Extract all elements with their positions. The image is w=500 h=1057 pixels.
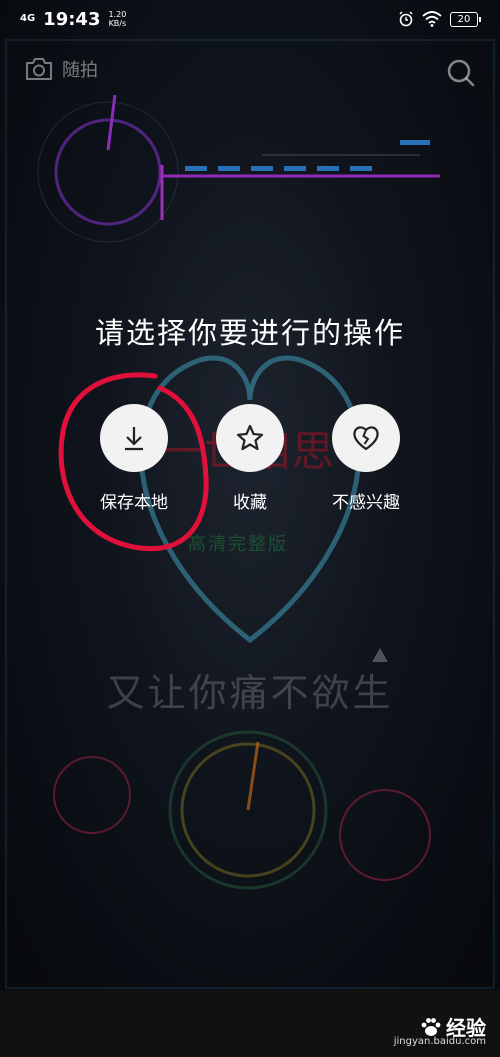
star-icon [236, 424, 264, 451]
not-interested-button[interactable]: 不感兴趣 [306, 404, 426, 513]
camera-icon [26, 58, 52, 80]
status-time: 19:43 [43, 8, 101, 30]
favorite-label: 收藏 [233, 493, 267, 513]
action-prompt: 请选择你要进行的操作 [94, 316, 405, 350]
alarm-icon [399, 11, 413, 27]
speed-unit: KB/s [108, 19, 127, 28]
network-speed: 1.20 KB/s [108, 10, 126, 28]
top-toolbar: 随拍 [0, 56, 500, 96]
shoot-button[interactable]: 随拍 [24, 56, 98, 82]
favorite-circle[interactable] [216, 404, 284, 472]
not-interested-label: 不感兴趣 [332, 493, 400, 513]
baidu-jingyan-watermark: 经验 jingyan.baidu.com [394, 1012, 486, 1047]
paw-logo-icon [421, 1017, 441, 1036]
wifi-icon [422, 11, 442, 27]
broken-heart-icon [353, 426, 379, 451]
not-interested-circle[interactable] [332, 404, 400, 472]
shoot-label: 随拍 [62, 60, 98, 81]
highlight-annotation-ring [58, 372, 209, 552]
speed-value: 1.20 [108, 10, 127, 19]
network-type: 4G [20, 13, 36, 24]
battery-indicator: 20 [450, 11, 481, 27]
search-icon[interactable] [446, 58, 476, 88]
status-bar: 4G 19:43 1.20 KB/s 20 [0, 0, 500, 38]
watermark-url: jingyan.baidu.com [393, 1036, 486, 1047]
